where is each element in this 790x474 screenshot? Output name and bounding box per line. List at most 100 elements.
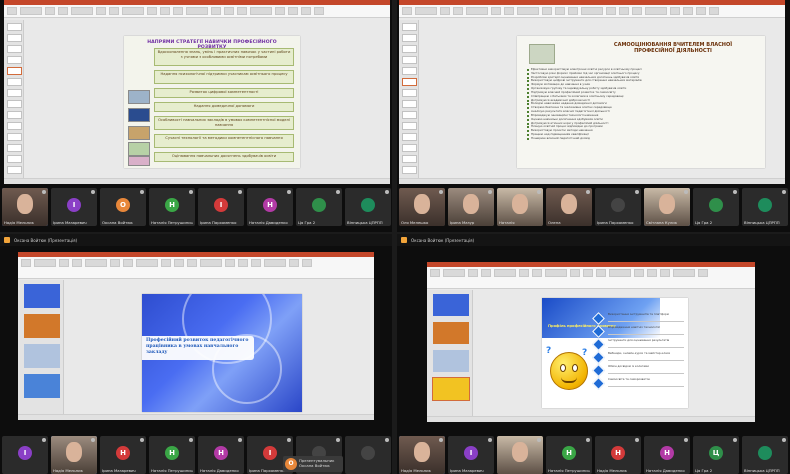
slide-image: [128, 126, 150, 140]
slide-thumbnails[interactable]: [18, 280, 64, 414]
slide-thumb[interactable]: [7, 155, 22, 163]
participant-name: Олена: [548, 220, 561, 225]
participant-tile[interactable]: Вінницька ЦПРПП: [742, 436, 788, 474]
slide-thumb[interactable]: [402, 144, 417, 152]
participant-tile[interactable]: Вінницька ЦПРПП: [742, 188, 788, 226]
slide-thumb[interactable]: [402, 155, 417, 163]
ribbon-toolbar[interactable]: [4, 5, 390, 18]
strategy-box: Сучасні технології та методики компетент…: [154, 134, 294, 148]
participant-tile[interactable]: Н Наталія Давиденко: [644, 436, 690, 474]
slide-thumb[interactable]: [24, 314, 60, 338]
slide-thumb[interactable]: [7, 133, 22, 141]
slide-thumb[interactable]: [7, 144, 22, 152]
slide-thumbnails[interactable]: [4, 20, 24, 178]
participant-tile[interactable]: І: [2, 436, 48, 474]
participant-tile[interactable]: І Ірина Пархоменко: [198, 188, 244, 226]
participant-tile[interactable]: Наталія: [497, 188, 543, 226]
quadrant-bottom-left: Оксана Войтюк (Презентація) Професійний …: [0, 234, 392, 474]
diamond-bullet-icon: [592, 377, 605, 390]
participant-avatar: І: [464, 446, 478, 460]
slide-thumb[interactable]: [402, 133, 417, 141]
participant-tile[interactable]: Ірина Мазур: [448, 188, 494, 226]
mic-icon: [91, 190, 95, 194]
slide-thumb[interactable]: [7, 23, 22, 31]
slide-thumb[interactable]: [402, 111, 417, 119]
slide-thumb[interactable]: [7, 100, 22, 108]
slide-thumb[interactable]: [7, 78, 22, 86]
participant-name: Наталія Давиденко: [646, 468, 685, 473]
participant-avatar: І: [214, 198, 228, 212]
participant-tile[interactable]: [497, 436, 543, 474]
slide-thumb[interactable]: [7, 34, 22, 42]
participant-avatar: І: [67, 198, 81, 212]
participant-tile[interactable]: Н Наталія Давиденко: [247, 188, 293, 226]
slide-thumb[interactable]: [402, 122, 417, 130]
slide-thumb[interactable]: [402, 67, 417, 75]
participant-tile[interactable]: І Ірина Мазаревич: [448, 436, 494, 474]
slide-thumb[interactable]: [402, 78, 417, 86]
slide-thumbnails[interactable]: [399, 20, 419, 178]
participant-tile[interactable]: Вінницька ЦПРПП: [345, 188, 391, 226]
participant-tile[interactable]: [345, 436, 391, 474]
participant-tile[interactable]: Оля Мелешко: [399, 188, 445, 226]
participant-tile[interactable]: Н Наталія Петрушинська: [149, 436, 195, 474]
slide-thumb[interactable]: [24, 374, 60, 398]
slide-thumb[interactable]: [402, 45, 417, 53]
slide-title: САМООЦІНЮВАННЯ ВЧИТЕЛЕМ ВЛАСНОЇ ПРОФЕСІЙ…: [613, 42, 733, 55]
participant-tile[interactable]: Н Надія Мельник: [595, 436, 641, 474]
slide-thumb[interactable]: [402, 56, 417, 64]
participant-tile[interactable]: О Оксана Войтюк: [100, 188, 146, 226]
slide-thumb[interactable]: [402, 100, 417, 108]
slide-thumb[interactable]: [7, 122, 22, 130]
strategy-box: Вдосконалення знань, умінь і практичних …: [154, 48, 294, 66]
mic-icon: [91, 438, 95, 442]
question-mark-icon: ?: [582, 348, 588, 358]
slide-thumb[interactable]: [7, 166, 22, 174]
participant-tile[interactable]: Н Наталія Петрушинська: [149, 188, 195, 226]
slide-thumb[interactable]: [433, 294, 469, 316]
status-bar: [399, 178, 785, 184]
participant-tile[interactable]: Надія Мельник: [51, 436, 97, 474]
mic-icon: [189, 190, 193, 194]
presenter-tile[interactable]: О Презентувальник Оксана Войтюк: [283, 456, 343, 472]
participant-name: Наталія Петрушинська: [151, 220, 193, 225]
slide-thumb[interactable]: [7, 89, 22, 97]
presenter-label: Оксана Войтюк (Презентація): [14, 237, 78, 243]
participant-tile[interactable]: Надія Мельник: [399, 436, 445, 474]
slide-thumb[interactable]: [24, 284, 60, 308]
slide-thumb[interactable]: [402, 34, 417, 42]
slide-thumb[interactable]: [7, 45, 22, 53]
participant-video: [497, 436, 543, 474]
current-slide: САМООЦІНЮВАННЯ ВЧИТЕЛЕМ ВЛАСНОЇ ПРОФЕСІЙ…: [517, 36, 765, 168]
participant-tile[interactable]: Н Ірина Мазаревич: [100, 436, 146, 474]
slide-thumb[interactable]: [7, 111, 22, 119]
slide-thumb[interactable]: [7, 67, 22, 75]
participant-tile[interactable]: Ця Гра 2: [693, 188, 739, 226]
participant-tile[interactable]: Світлана Кулик: [644, 188, 690, 226]
slide-thumb[interactable]: [432, 377, 470, 401]
participant-tile[interactable]: Надія Мельник: [2, 188, 48, 226]
participant-tile[interactable]: Ця Гра 2: [296, 188, 342, 226]
mic-icon: [287, 438, 291, 442]
participant-tile[interactable]: Н Наталія Петрушинська: [546, 436, 592, 474]
ribbon-toolbar[interactable]: [399, 5, 785, 18]
participant-tile[interactable]: І Ірина Мазаревич: [51, 188, 97, 226]
question-mark-icon: ?: [546, 346, 552, 356]
ribbon-toolbar[interactable]: [18, 257, 374, 279]
mic-icon: [336, 190, 340, 194]
participant-tile[interactable]: Олена: [546, 188, 592, 226]
slide-thumbnails[interactable]: [427, 290, 473, 416]
slide-thumb[interactable]: [402, 23, 417, 31]
participant-tile[interactable]: Ц Ця Гра 2: [693, 436, 739, 474]
participant-name: Ця Гра 2: [695, 220, 713, 225]
participant-tile[interactable]: Ірина Пархоменко: [595, 188, 641, 226]
slide-thumb[interactable]: [24, 344, 60, 368]
slide-thumb[interactable]: [7, 56, 22, 64]
slide-thumb[interactable]: [433, 350, 469, 372]
participant-tile[interactable]: Н Наталія Давиденко: [198, 436, 244, 474]
ribbon-toolbar[interactable]: [427, 267, 755, 289]
slide-thumb[interactable]: [433, 322, 469, 344]
slide-thumb[interactable]: [402, 89, 417, 97]
participant-name: Наталія Петрушинська: [548, 468, 590, 473]
slide-thumb[interactable]: [402, 166, 417, 174]
